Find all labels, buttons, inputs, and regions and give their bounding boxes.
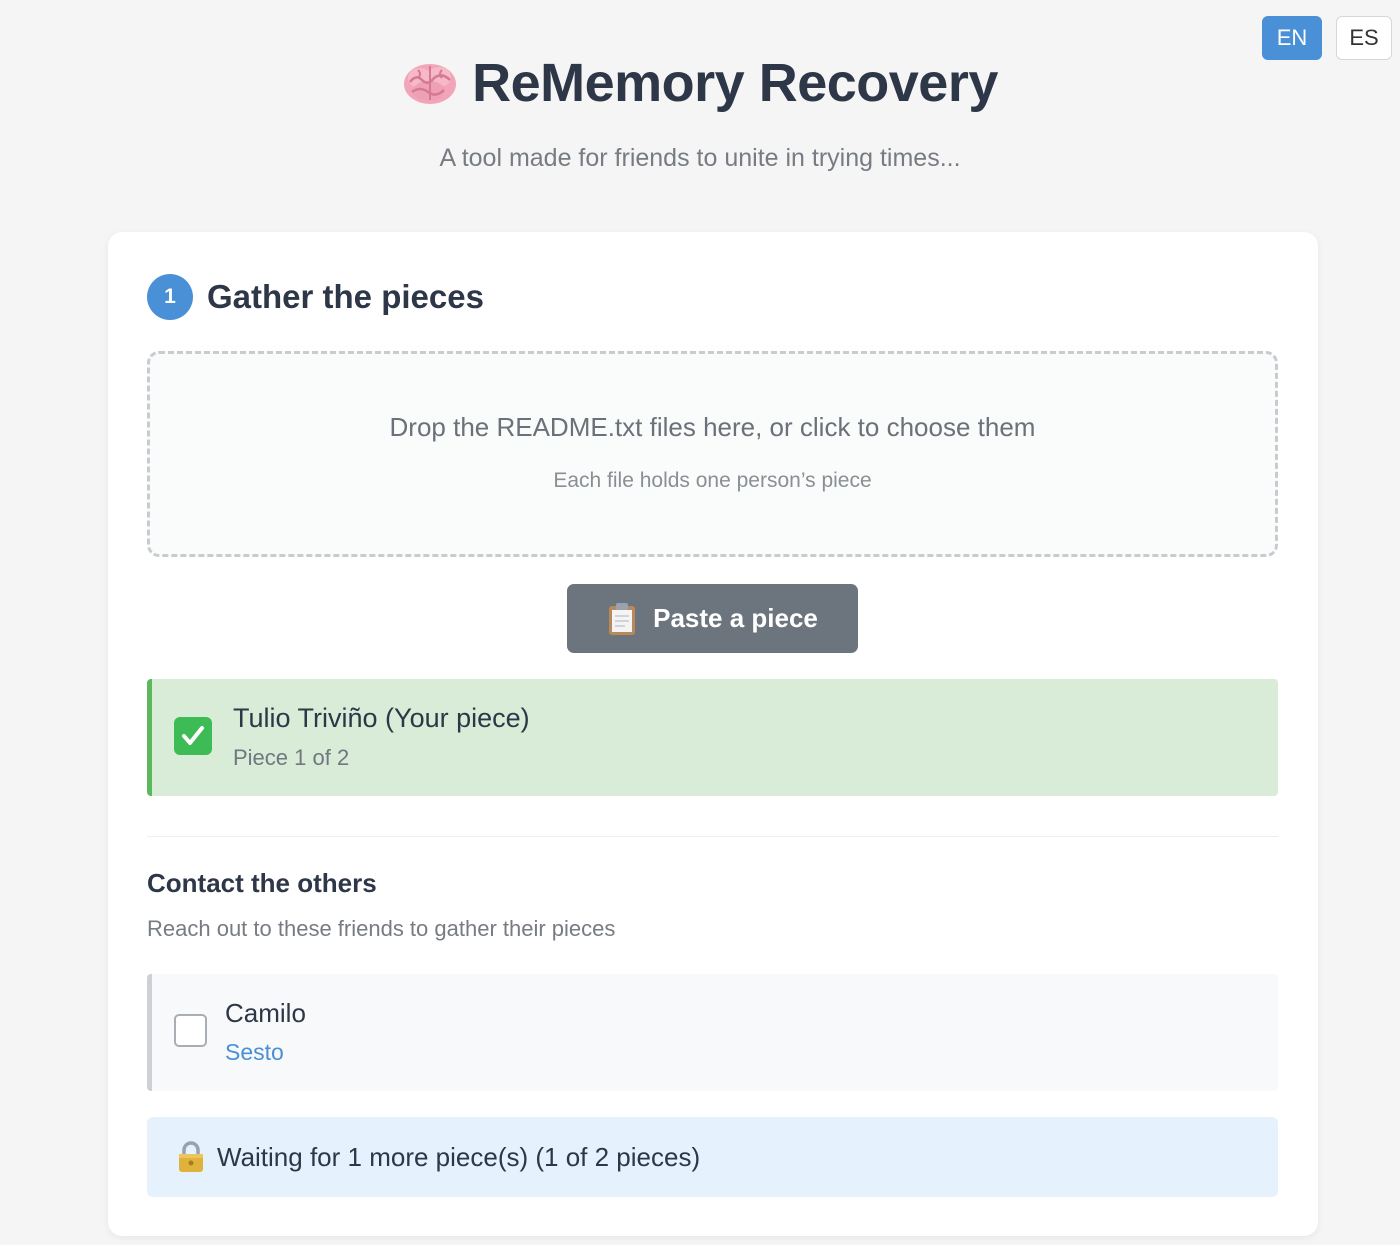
dropzone-main-text: Drop the README.txt files here, or click…	[389, 412, 1036, 442]
piece-count: Piece 1 of 2	[233, 745, 350, 770]
page-header: ReMemory Recovery A tool made for friend…	[0, 52, 1400, 173]
status-banner: Waiting for 1 more piece(s) (1 of 2 piec…	[147, 1117, 1278, 1197]
dropzone-sub-text: Each file holds one person’s piece	[553, 469, 872, 492]
step-header: 1 Gather the pieces	[147, 274, 484, 320]
contact-name: Camilo	[225, 998, 306, 1028]
paste-piece-label: Paste a piece	[653, 603, 818, 633]
check-mark-icon	[174, 717, 212, 755]
piece-owner-name: Tulio Triviño (Your piece)	[233, 703, 530, 733]
file-dropzone[interactable]: Drop the README.txt files here, or click…	[147, 351, 1278, 557]
page-subtitle: A tool made for friends to unite in tryi…	[439, 144, 961, 172]
contact-detail-link[interactable]: Sesto	[225, 1039, 284, 1066]
step-title: Gather the pieces	[207, 278, 484, 315]
contact-checkbox[interactable]	[174, 1014, 207, 1047]
page-title: ReMemory Recovery	[402, 52, 998, 114]
status-text: Waiting for 1 more piece(s) (1 of 2 piec…	[217, 1141, 701, 1172]
contact-section-title: Contact the others	[147, 868, 377, 898]
contact-item: Camilo Sesto	[147, 974, 1278, 1091]
paste-piece-button[interactable]: Paste a piece	[567, 584, 858, 653]
step-number-badge: 1	[147, 274, 193, 320]
recovery-card: 1 Gather the pieces Drop the README.txt …	[108, 232, 1318, 1236]
lock-icon	[177, 1141, 205, 1173]
brain-icon	[402, 59, 458, 107]
page-title-text: ReMemory Recovery	[472, 53, 998, 113]
piece-item: Tulio Triviño (Your piece) Piece 1 of 2	[147, 679, 1278, 796]
section-divider	[147, 836, 1278, 837]
contact-section-subtitle: Reach out to these friends to gather the…	[147, 916, 616, 941]
clipboard-icon	[607, 602, 637, 636]
